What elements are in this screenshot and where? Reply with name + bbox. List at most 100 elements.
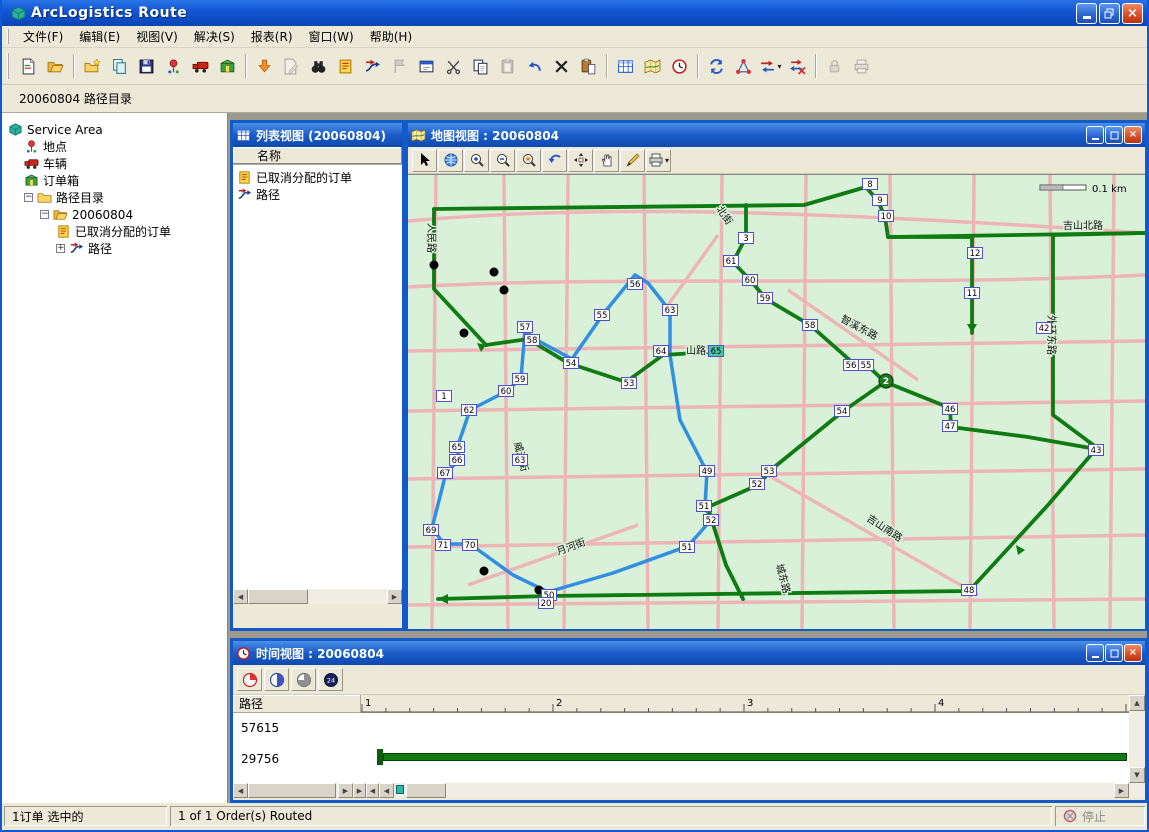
- map-stop-58[interactable]: 58: [525, 335, 540, 347]
- list-item-unassigned-orders[interactable]: 已取消分配的订单: [233, 169, 402, 186]
- tree-item-locations[interactable]: 地点: [2, 138, 227, 155]
- map-stop-51[interactable]: 51: [680, 542, 695, 554]
- map-stop-60[interactable]: 60: [499, 386, 514, 398]
- undo-button[interactable]: [521, 53, 548, 79]
- map-stop-1[interactable]: 1: [437, 391, 452, 403]
- draw-tool[interactable]: [620, 149, 645, 172]
- list-scroll-right-button[interactable]: ▶: [387, 589, 402, 604]
- restore-button[interactable]: [1099, 3, 1120, 24]
- map-stop-65[interactable]: 65: [709, 346, 724, 358]
- window-titlebar[interactable]: ArcLogistics Route ×: [2, 0, 1147, 26]
- list-view-button[interactable]: [612, 53, 639, 79]
- map-stop-65[interactable]: 65: [450, 442, 465, 454]
- order-dot[interactable]: [500, 286, 509, 295]
- sequence-orders-button[interactable]: [730, 53, 757, 79]
- map-maximize-button[interactable]: [1105, 126, 1123, 144]
- select-tool[interactable]: [412, 149, 437, 172]
- map-stop-46[interactable]: 46: [943, 404, 958, 416]
- time-scale-half-button[interactable]: [264, 668, 289, 691]
- tree-item-service-area[interactable]: Service Area: [2, 121, 227, 138]
- map-stop-3[interactable]: 3: [739, 233, 754, 245]
- copy-button[interactable]: [467, 53, 494, 79]
- map-stop-54[interactable]: 54: [564, 358, 579, 370]
- menu-item-3[interactable]: 解决(S): [186, 28, 243, 46]
- map-stop-56[interactable]: 56: [844, 360, 859, 372]
- order-dot[interactable]: [480, 567, 489, 576]
- tree-item-routes[interactable]: +路径: [2, 240, 227, 257]
- time-maximize-button[interactable]: [1105, 644, 1123, 662]
- map-stop-52[interactable]: 52: [704, 515, 719, 527]
- tree-item-orders-box[interactable]: 订单箱: [2, 172, 227, 189]
- map-stop-52[interactable]: 52: [750, 479, 765, 491]
- map-stop-70[interactable]: 70: [463, 540, 478, 552]
- tree-item-unassigned-orders[interactable]: 已取消分配的订单: [2, 223, 227, 240]
- map-stop-2[interactable]: 2: [879, 374, 893, 388]
- map-stop-53[interactable]: 53: [622, 378, 637, 390]
- map-stop-51[interactable]: 51: [697, 501, 712, 513]
- new-button[interactable]: [15, 53, 42, 79]
- list-scroll-track[interactable]: [248, 589, 387, 604]
- map-stop-66[interactable]: 66: [450, 455, 465, 467]
- menu-item-1[interactable]: 编辑(E): [71, 28, 128, 46]
- zoom-in-tool[interactable]: [464, 149, 489, 172]
- pane-split-left-button[interactable]: ◀: [366, 783, 379, 798]
- new-order-button[interactable]: [332, 53, 359, 79]
- order-dot[interactable]: [460, 329, 469, 338]
- map-stop-62[interactable]: 62: [462, 405, 477, 417]
- menu-item-5[interactable]: 窗口(W): [301, 28, 362, 46]
- map-stop-11[interactable]: 11: [965, 288, 980, 300]
- time-scale-day-button[interactable]: [318, 668, 343, 691]
- map-stop-54[interactable]: 54: [835, 406, 850, 418]
- delete-button[interactable]: [548, 53, 575, 79]
- globe-tool[interactable]: [438, 149, 463, 172]
- map-stop-55[interactable]: 55: [859, 360, 874, 372]
- expand-toggle[interactable]: +: [56, 244, 65, 253]
- time-scale-quarter-button[interactable]: [237, 668, 262, 691]
- map-stop-55[interactable]: 55: [595, 310, 610, 322]
- find-button[interactable]: [305, 53, 332, 79]
- map-stop-42[interactable]: 42: [1037, 323, 1052, 335]
- zoom-to-selection-tool[interactable]: [516, 149, 541, 172]
- time-row-57615[interactable]: 57615: [241, 721, 279, 735]
- map-stop-71[interactable]: 71: [436, 540, 451, 552]
- time-vscrollbar[interactable]: ▲ ▼: [1129, 695, 1145, 783]
- map-stop-57[interactable]: 57: [518, 322, 533, 334]
- map-stop-60[interactable]: 60: [743, 275, 758, 287]
- tree-item-routes-20060804[interactable]: −20060804: [2, 206, 227, 223]
- time-close-button[interactable]: ×: [1124, 644, 1142, 662]
- copy-item-button[interactable]: [106, 53, 133, 79]
- map-stop-64[interactable]: 64: [654, 346, 669, 358]
- new-folder-button[interactable]: [79, 53, 106, 79]
- time-vscroll-track[interactable]: [1129, 711, 1145, 767]
- import-orders-button[interactable]: [251, 53, 278, 79]
- time-right-scroll-track[interactable]: [394, 783, 1114, 798]
- list-scroll-left-button[interactable]: ◀: [233, 589, 248, 604]
- pan-tool[interactable]: [594, 149, 619, 172]
- time-left-scroll-track[interactable]: [248, 783, 338, 798]
- pane-split-right-button[interactable]: ▶: [353, 783, 366, 798]
- map-stop-63[interactable]: 63: [663, 305, 678, 317]
- open-button[interactable]: [42, 53, 69, 79]
- time-cursor-handle[interactable]: [396, 785, 404, 794]
- map-stop-56[interactable]: 56: [628, 279, 643, 291]
- time-right-scroll-right-button[interactable]: ▶: [1114, 783, 1129, 798]
- map-stop-69[interactable]: 69: [424, 525, 439, 537]
- time-view-button[interactable]: [666, 53, 693, 79]
- cut-button[interactable]: [440, 53, 467, 79]
- new-route-button[interactable]: [359, 53, 386, 79]
- save-button[interactable]: [133, 53, 160, 79]
- list-view-titlebar[interactable]: 列表视图 (20060804): [233, 123, 402, 147]
- assign-orders-button[interactable]: ▾: [757, 53, 784, 79]
- list-item-routes[interactable]: 路径: [233, 186, 402, 203]
- list-column-header[interactable]: 名称: [233, 147, 402, 165]
- vehicles-button[interactable]: [187, 53, 214, 79]
- dropdown-caret[interactable]: ▾: [665, 156, 669, 165]
- map-stop-61[interactable]: 61: [724, 256, 739, 268]
- order-dot[interactable]: [430, 261, 439, 270]
- map-stop-59[interactable]: 59: [758, 293, 773, 305]
- time-scale-hour-button[interactable]: [291, 668, 316, 691]
- tree-item-vehicles[interactable]: 车辆: [2, 155, 227, 172]
- map-stop-20[interactable]: 20: [539, 598, 554, 610]
- menu-item-2[interactable]: 视图(V): [128, 28, 186, 46]
- time-column-header[interactable]: 路径: [233, 695, 361, 712]
